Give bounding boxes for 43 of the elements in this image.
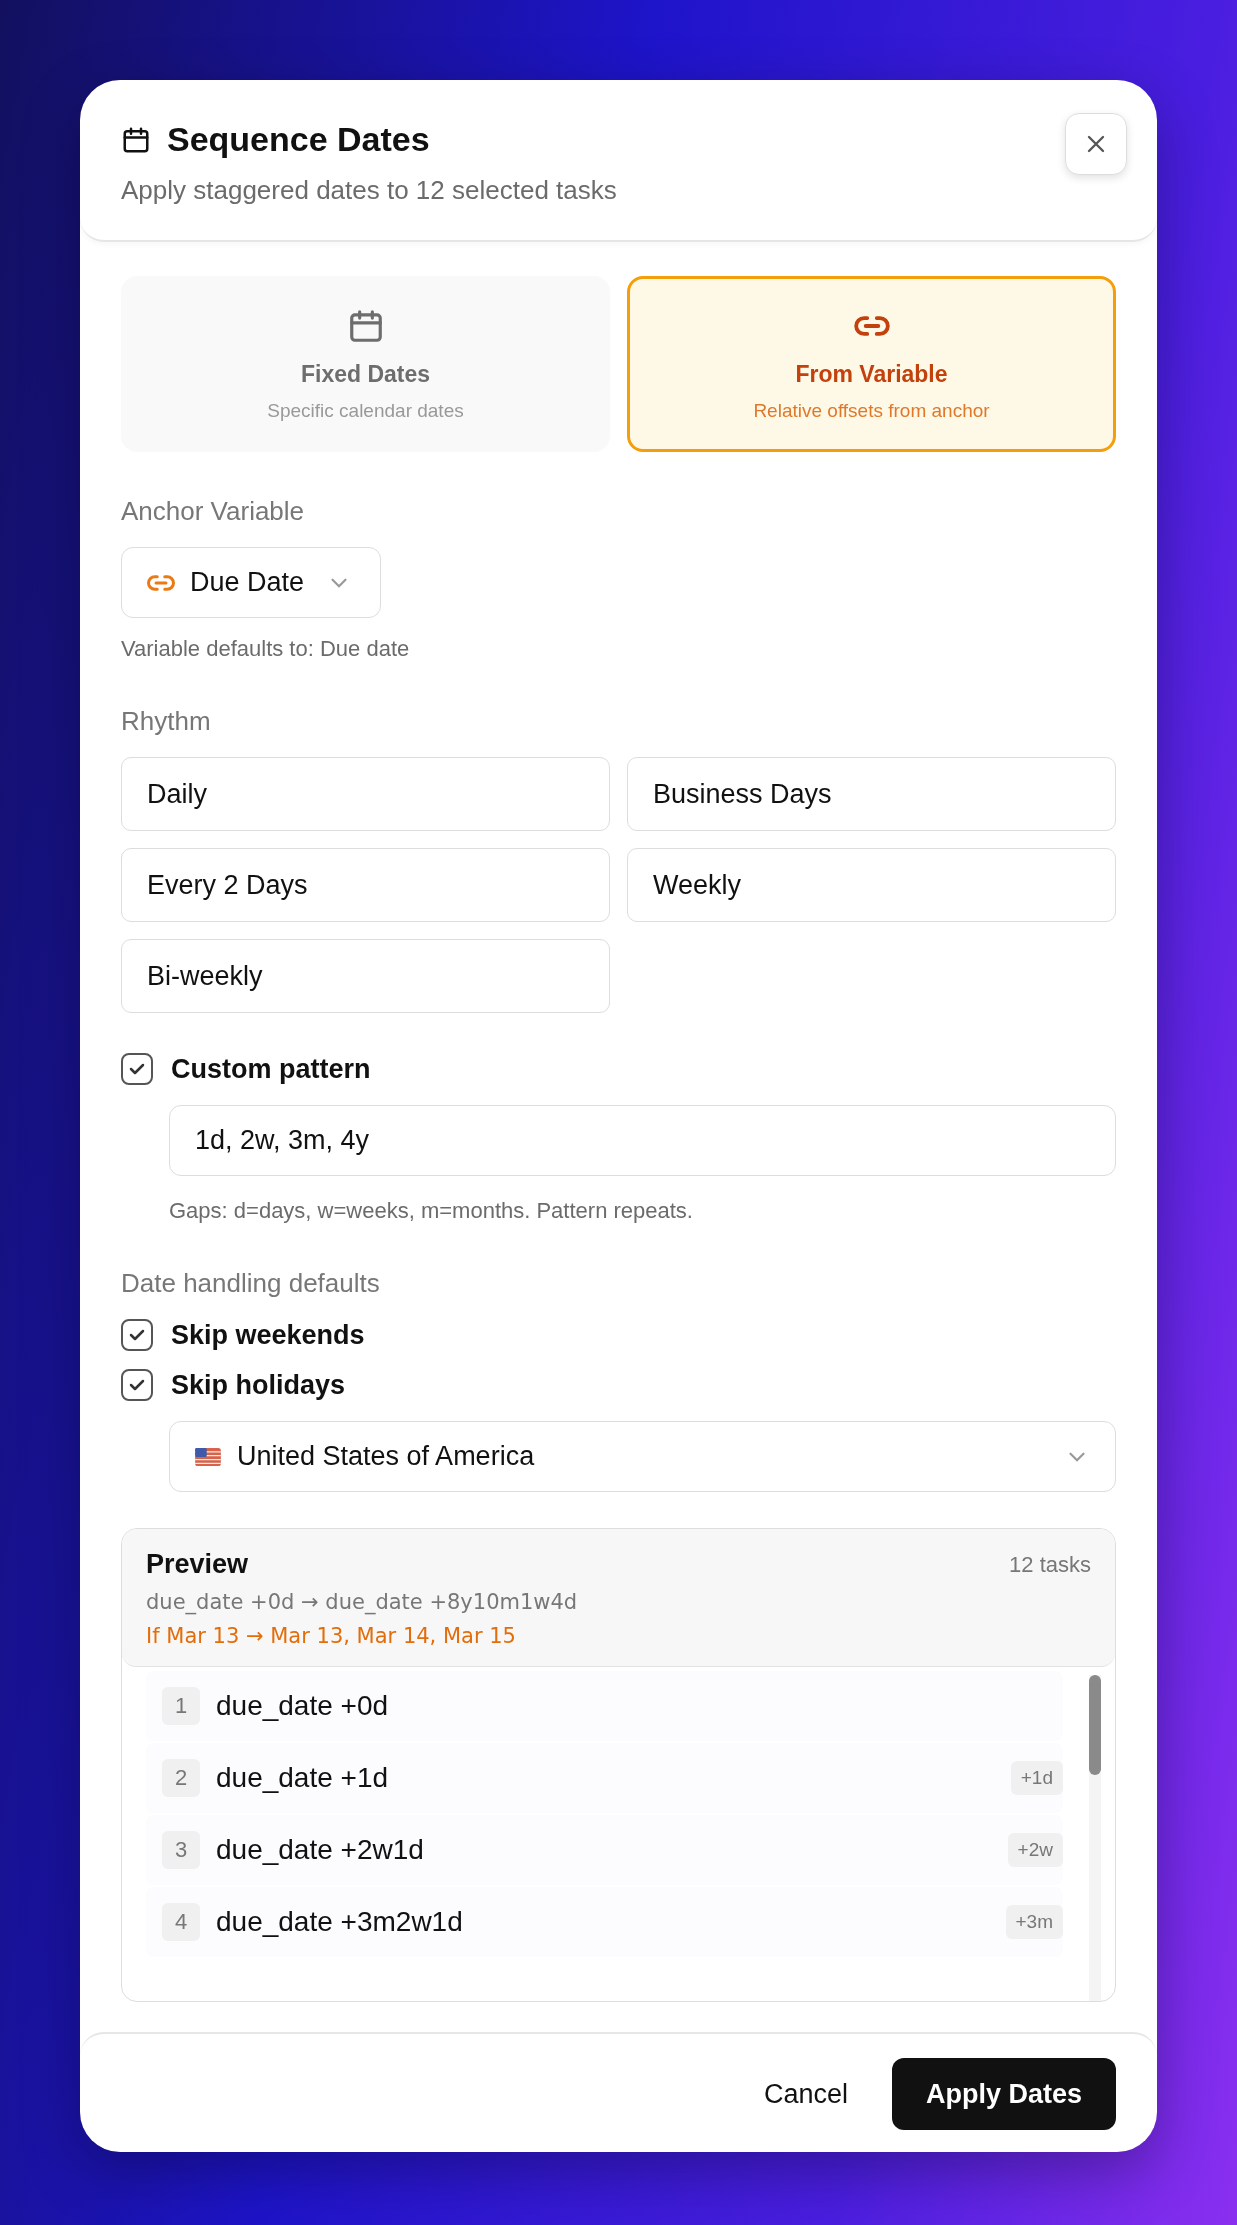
scrollbar[interactable] bbox=[1089, 1675, 1101, 2001]
rhythm-option[interactable]: Weekly bbox=[627, 848, 1116, 922]
checkbox[interactable] bbox=[121, 1369, 153, 1401]
rhythm-option[interactable]: Every 2 Days bbox=[121, 848, 610, 922]
mode-option[interactable]: Fixed Dates Specific calendar dates bbox=[121, 276, 610, 452]
rhythm-option[interactable]: Business Days bbox=[627, 757, 1116, 831]
cancel-button[interactable]: Cancel bbox=[753, 2068, 858, 2120]
checkbox[interactable] bbox=[121, 1053, 153, 1085]
row-number: 3 bbox=[162, 1831, 200, 1869]
row-expression: due_date +0d bbox=[216, 1690, 390, 1722]
task-count: 12 tasks bbox=[1009, 1551, 1091, 1578]
offset-tag: +1d bbox=[1010, 1761, 1063, 1795]
row-expression: due_date +2w1d bbox=[216, 1834, 425, 1866]
row-expression: due_date +3m2w1d bbox=[216, 1906, 464, 1938]
apply-button[interactable]: Apply Dates bbox=[891, 2058, 1116, 2130]
hint-text: Variable defaults to: Due date bbox=[121, 636, 410, 662]
checkbox-label: Skip weekends bbox=[171, 1319, 365, 1351]
mode-option[interactable]: From Variable Relative offsets from anchor bbox=[627, 276, 1116, 452]
checkbox-label: Skip holidays bbox=[171, 1369, 346, 1401]
close-button[interactable] bbox=[1065, 113, 1127, 175]
offset-tag: +3m bbox=[1005, 1905, 1063, 1939]
range-text: due_date +0d → due_date +8y10m1w4d bbox=[146, 1590, 579, 1614]
row-number: 4 bbox=[162, 1903, 200, 1941]
section-label: Anchor Variable bbox=[121, 496, 305, 527]
example-text: If Mar 13 → Mar 13, Mar 14, Mar 15 bbox=[146, 1624, 517, 1648]
rhythm-option[interactable]: Daily bbox=[121, 757, 610, 831]
country-select[interactable]: United States of America bbox=[169, 1421, 1116, 1492]
hint-text: Gaps: d=days, w=weeks, m=months. Pattern repeats. bbox=[169, 1198, 693, 1224]
preview-title: Preview bbox=[146, 1549, 249, 1580]
section-label: Rhythm bbox=[121, 706, 211, 737]
section-label: Date handling defaults bbox=[121, 1268, 380, 1299]
dialog-title: Sequence Dates bbox=[167, 120, 430, 159]
rhythm-option[interactable]: Bi-weekly bbox=[121, 939, 610, 1013]
dialog-subtitle: Apply staggered dates to 12 selected tasks bbox=[121, 175, 617, 206]
row-number: 2 bbox=[162, 1759, 200, 1797]
pattern-input[interactable]: 1d, 2w, 3m, 4y bbox=[169, 1105, 1116, 1176]
row-expression: due_date +1d bbox=[216, 1762, 390, 1794]
anchor-dropdown[interactable]: Due Date bbox=[121, 547, 382, 618]
row-number: 1 bbox=[162, 1687, 200, 1725]
flag-icon bbox=[195, 1447, 221, 1466]
checkbox-label: Custom pattern bbox=[171, 1053, 371, 1085]
checkbox[interactable] bbox=[121, 1319, 153, 1351]
offset-tag: +2w bbox=[1007, 1833, 1063, 1867]
